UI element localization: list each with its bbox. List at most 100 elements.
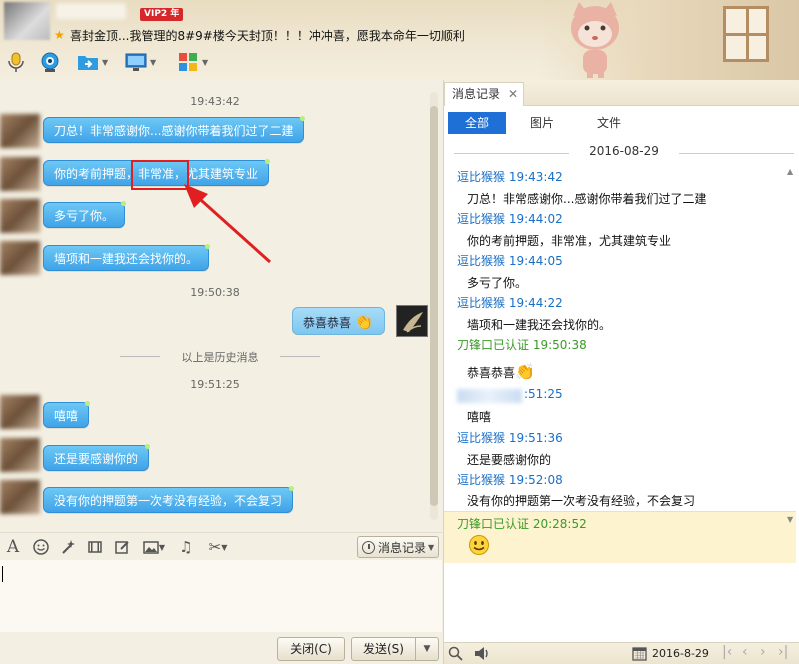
history-sender: 逗比猴猴 19:43:42	[457, 170, 563, 184]
history-text: 你的考前押题，非常准，尤其建筑专业	[467, 234, 672, 248]
scrollbar-thumb[interactable]	[430, 106, 438, 506]
message-bubble: 多亏了你。	[43, 201, 127, 228]
previous-page-icon[interactable]: ‹	[742, 644, 748, 660]
history-tab-bar: 消息记录 ✕	[444, 80, 799, 106]
history-sender: 刀锋口已认证 20:28:52	[457, 517, 587, 531]
scroll-up-icon[interactable]: ▲	[787, 167, 793, 176]
chat-scrollbar[interactable]	[430, 92, 438, 520]
message-history-label: 消息记录	[378, 540, 427, 555]
chevron-down-icon[interactable]: ▼	[150, 58, 156, 67]
history-text: 刀总！非常感谢你...感谢你带着我们过了二建	[467, 192, 707, 206]
history-sender-blurred	[457, 389, 522, 403]
speaker-icon[interactable]	[474, 646, 490, 664]
message-timestamp: 19:43:42	[190, 95, 240, 108]
history-filters: 全部 图片 文件	[444, 106, 799, 140]
history-sender: 逗比猴猴 19:44:05	[457, 254, 563, 268]
message-timestamp: 19:51:25	[190, 378, 240, 391]
video-icon[interactable]	[86, 538, 104, 556]
filter-all[interactable]: 全部	[448, 112, 506, 134]
filter-files[interactable]: 文件	[580, 112, 638, 134]
emoji-icon[interactable]	[32, 538, 50, 556]
chat-message-area[interactable]: 19:43:42 刀总！非常感谢你...感谢你带着我们过了二建 你的考前押题，非…	[0, 80, 442, 532]
edit-icon[interactable]	[113, 538, 131, 556]
history-entry-selected[interactable]: 刀锋口已认证 20:28:52	[444, 511, 796, 563]
chevron-down-icon[interactable]: ▼	[428, 543, 434, 552]
history-sender: 逗比猴猴 19:44:22	[457, 296, 563, 310]
my-avatar[interactable]	[396, 305, 428, 337]
smiley-emoji-icon	[468, 534, 490, 559]
my-message-bubble: 恭喜恭喜 👏	[292, 307, 385, 335]
header-toolbar: ▼ ▼ ▼	[0, 48, 400, 76]
sender-avatar[interactable]	[0, 114, 40, 148]
history-text-content: 恭喜恭喜	[467, 366, 516, 380]
history-text: 嘻嘻	[467, 410, 492, 424]
send-options-chevron-icon[interactable]: ▼	[415, 637, 439, 661]
history-sender: :51:25	[524, 387, 563, 401]
first-page-icon[interactable]: |‹	[722, 644, 732, 660]
chat-header: VIP2 年 ★ 喜封金顶...我管理的8#9#楼今天封顶！！！冲冲喜，愿我本命…	[0, 0, 799, 80]
filter-images[interactable]: 图片	[513, 112, 571, 134]
video-call-button[interactable]	[38, 48, 62, 76]
vip-badge: VIP2 年	[140, 8, 184, 21]
last-page-icon[interactable]: ›|	[778, 644, 788, 660]
sender-avatar[interactable]	[0, 241, 40, 275]
apps-button[interactable]: ▼	[176, 48, 208, 76]
tab-message-history[interactable]: 消息记录 ✕	[444, 82, 524, 106]
message-history-button[interactable]: 消息记录 ▼	[357, 536, 439, 558]
message-bubble: 嘻嘻	[43, 401, 91, 428]
contact-avatar[interactable]	[4, 2, 50, 40]
history-text: 还是要感谢你的	[467, 453, 552, 467]
star-icon: ★	[54, 28, 65, 42]
screen-share-button[interactable]: ▼	[124, 48, 156, 76]
webcam-icon	[41, 52, 59, 72]
close-button[interactable]: 关闭(C)	[277, 637, 345, 661]
message-text: 恭喜恭喜	[303, 316, 352, 330]
contact-signature: 喜封金顶...我管理的8#9#楼今天封顶！！！冲冲喜，愿我本命年一切顺利	[70, 29, 465, 43]
chevron-down-icon[interactable]: ▼	[159, 543, 165, 552]
clock-icon	[362, 540, 375, 554]
screenshot-button[interactable]: ✂ ▼	[203, 538, 233, 556]
scroll-down-icon[interactable]: ▼	[787, 515, 793, 524]
clapping-hands-emoji-icon: 👏	[354, 313, 374, 331]
sender-avatar[interactable]	[0, 395, 40, 429]
send-button[interactable]: 发送(S)	[351, 637, 415, 661]
close-icon[interactable]: ✕	[508, 83, 518, 105]
message-text-prefix: 你的考前押题，	[54, 167, 139, 181]
history-text: 没有你的押题第一次考没有经验，不会复习	[467, 494, 696, 508]
file-transfer-icon	[78, 56, 98, 70]
calendar-icon[interactable]	[632, 646, 647, 664]
apps-icon	[179, 53, 197, 71]
chevron-down-icon[interactable]: ▼	[221, 543, 227, 552]
clapping-hands-emoji-icon: 👏	[515, 362, 535, 381]
history-footer: 2016-8-29 |‹ ‹ › ›|	[444, 642, 799, 664]
microphone-icon	[8, 52, 24, 72]
search-icon[interactable]	[448, 646, 463, 664]
sender-avatar[interactable]	[0, 199, 40, 233]
chevron-down-icon[interactable]: ▼	[102, 58, 108, 67]
text-caret	[2, 566, 3, 582]
footer-date[interactable]: 2016-8-29	[652, 647, 709, 660]
next-page-icon[interactable]: ›	[760, 644, 766, 660]
file-transfer-button[interactable]: ▼	[76, 48, 108, 76]
annotation-arrow-icon	[184, 184, 272, 264]
input-toolbar: A ▼ ♫ ✂ ▼ 消息记录 ▼	[0, 532, 442, 560]
sender-avatar[interactable]	[0, 157, 40, 191]
history-date: 2016-08-29	[454, 144, 794, 158]
message-bubble: 没有你的押题第一次考没有经验，不会复习	[43, 486, 295, 513]
font-icon[interactable]: A	[4, 537, 22, 557]
screen-share-icon	[125, 53, 147, 71]
sender-avatar[interactable]	[0, 480, 40, 514]
sender-avatar[interactable]	[0, 438, 40, 472]
history-text: 恭喜恭喜👏	[467, 362, 535, 381]
voice-call-button[interactable]	[4, 48, 28, 76]
music-icon[interactable]: ♫	[177, 538, 195, 556]
history-sender: 逗比猴猴 19:52:08	[457, 473, 563, 487]
image-button[interactable]: ▼	[140, 538, 168, 556]
chevron-down-icon[interactable]: ▼	[202, 58, 208, 67]
history-panel: 消息记录 ✕ 全部 图片 文件 2016-08-29 逗比猴猴 19:43:42…	[443, 80, 799, 664]
history-text: 多亏了你。	[467, 276, 528, 290]
magic-icon[interactable]	[59, 538, 77, 556]
history-divider: 以上是历史消息	[120, 349, 320, 365]
message-input[interactable]	[0, 560, 442, 632]
image-icon	[143, 541, 159, 554]
